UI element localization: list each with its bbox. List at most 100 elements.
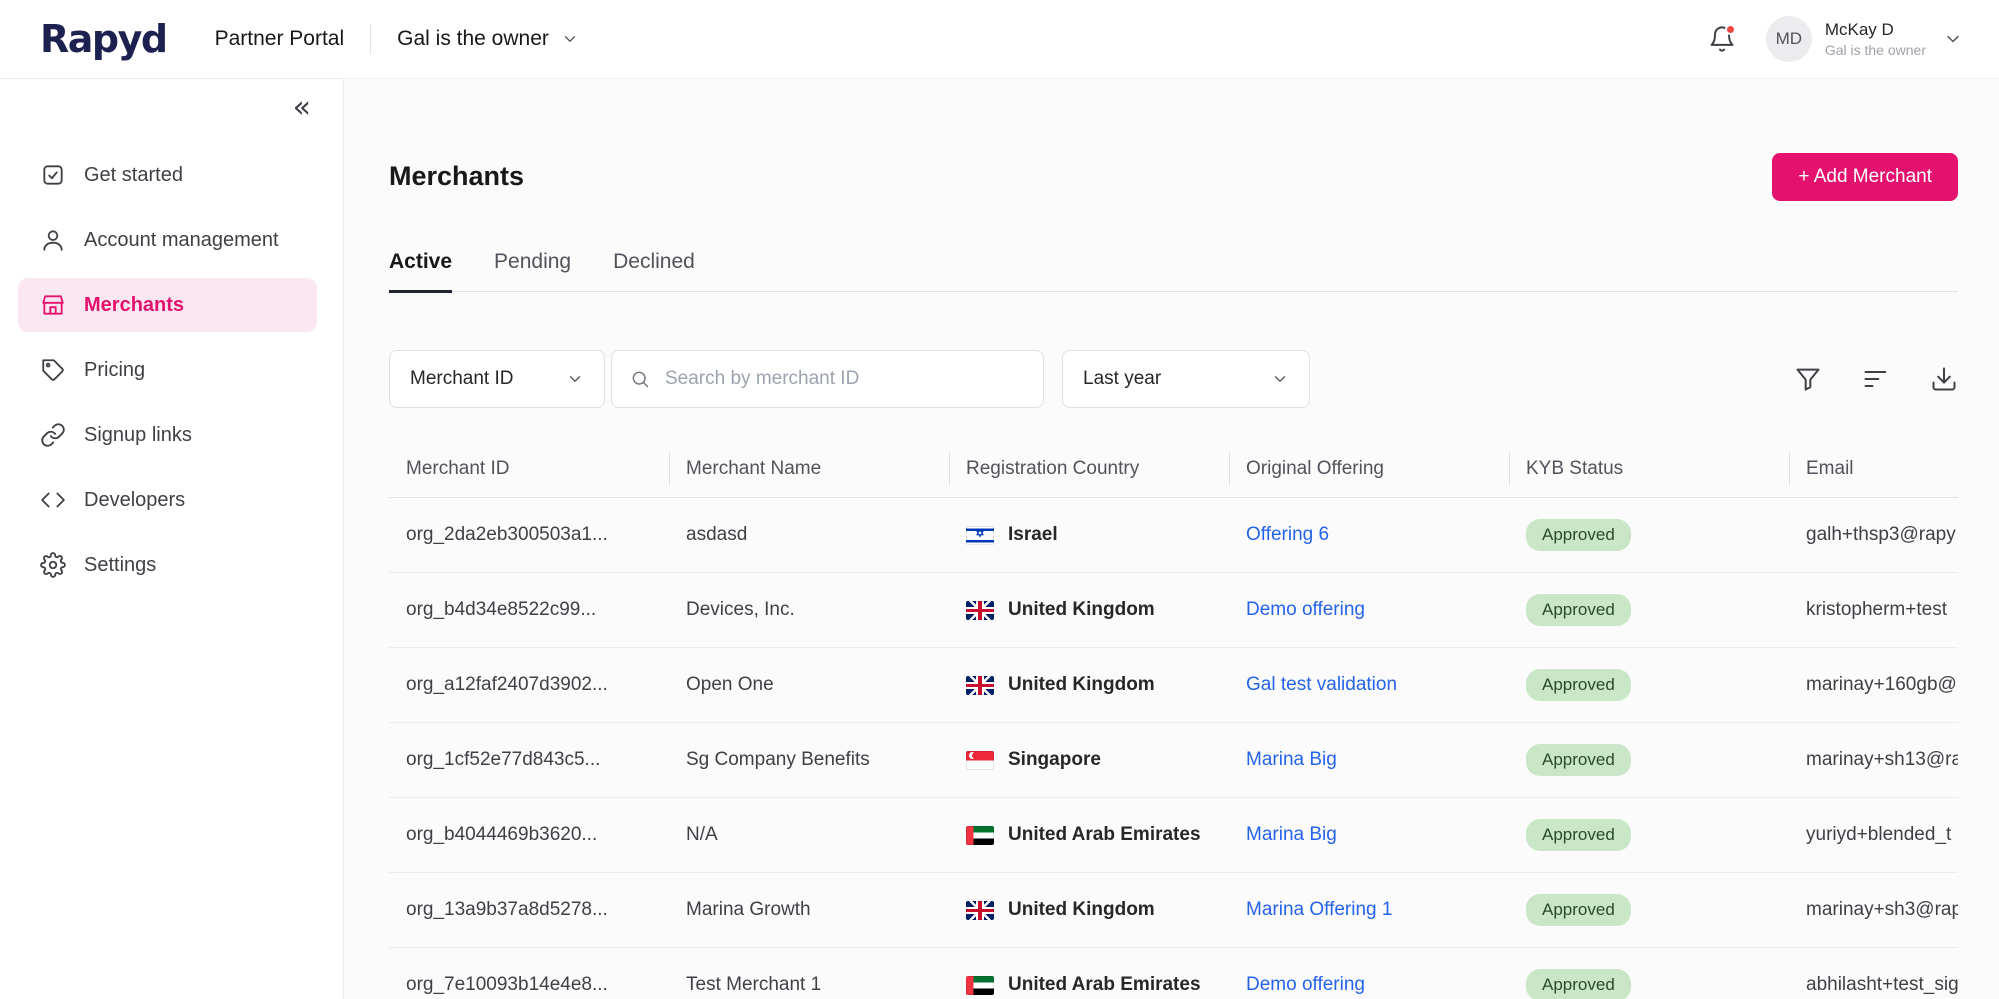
code-icon [40, 487, 66, 513]
date-range-select-value: Last year [1083, 368, 1162, 390]
kyb-status-cell: Approved [1509, 669, 1789, 702]
filter-actions [1794, 365, 1958, 393]
download-button[interactable] [1930, 365, 1958, 393]
link-icon [40, 422, 66, 448]
kyb-status-badge: Approved [1526, 669, 1631, 702]
country-cell: United Kingdom [949, 899, 1229, 921]
country-flag-icon [966, 525, 994, 545]
email-cell: marinay+sh3@rap [1806, 899, 1958, 921]
merchant-name-cell: Test Merchant 1 [686, 974, 822, 996]
table-row[interactable]: org_7e10093b14e4e8... Test Merchant 1 Un… [389, 948, 1958, 999]
column-header: Merchant Name [669, 458, 949, 480]
country-cell: Singapore [949, 749, 1229, 771]
funnel-icon [1794, 365, 1822, 393]
sidebar-item-get-started[interactable]: Get started [18, 148, 317, 202]
chevron-down-icon [566, 370, 584, 388]
country-cell: United Arab Emirates [949, 974, 1229, 996]
table-row[interactable]: org_1cf52e77d843c5... Sg Company Benefit… [389, 723, 1958, 799]
country-name: United Kingdom [1008, 674, 1155, 696]
offering-link[interactable]: Offering 6 [1246, 524, 1329, 545]
chevron-down-icon [1943, 29, 1963, 49]
notifications-button[interactable] [1708, 24, 1736, 53]
search-box [611, 350, 1044, 409]
filter-button[interactable] [1794, 365, 1822, 393]
owner-dropdown[interactable]: Gal is the owner [397, 27, 579, 51]
offering-cell: Demo offering [1229, 599, 1509, 621]
country-flag-icon [966, 825, 994, 845]
merchant-id-cell: org_13a9b37a8d5278... [406, 899, 608, 921]
kyb-status-badge: Approved [1526, 969, 1631, 999]
country-name: United Kingdom [1008, 899, 1155, 921]
sidebar-item-pricing[interactable]: Pricing [18, 343, 317, 397]
table-row[interactable]: org_2da2eb300503a1... asdasd Israel Offe… [389, 498, 1958, 574]
search-field-select[interactable]: Merchant ID [389, 350, 605, 409]
offering-cell: Marina Offering 1 [1229, 899, 1509, 921]
merchant-name-cell: N/A [686, 824, 718, 846]
offering-link[interactable]: Marina Big [1246, 824, 1337, 845]
table-row[interactable]: org_a12faf2407d3902... Open One United K… [389, 648, 1958, 724]
country-cell: United Kingdom [949, 674, 1229, 696]
chevron-down-icon [1271, 370, 1289, 388]
column-header: Email [1789, 458, 1958, 480]
offering-cell: Marina Big [1229, 749, 1509, 771]
country-name: United Arab Emirates [1008, 824, 1201, 846]
merchant-name-cell: Sg Company Benefits [686, 749, 870, 771]
sidebar-item-signup-links[interactable]: Signup links [18, 408, 317, 462]
country-name: Israel [1008, 524, 1058, 546]
merchant-name-cell: Open One [686, 674, 774, 696]
date-range-select[interactable]: Last year [1062, 350, 1310, 409]
offering-link[interactable]: Demo offering [1246, 974, 1365, 995]
merchant-name-cell: Devices, Inc. [686, 599, 795, 621]
kyb-status-badge: Approved [1526, 519, 1631, 552]
offering-link[interactable]: Demo offering [1246, 599, 1365, 620]
owner-dropdown-label: Gal is the owner [397, 27, 549, 50]
sort-button[interactable] [1862, 365, 1890, 393]
country-name: United Kingdom [1008, 599, 1155, 621]
table-row[interactable]: org_13a9b37a8d5278... Marina Growth Unit… [389, 873, 1958, 949]
sidebar-item-developers[interactable]: Developers [18, 473, 317, 527]
offering-cell: Marina Big [1229, 824, 1509, 846]
sidebar-item-settings[interactable]: Settings [18, 538, 317, 592]
main-content: Merchants + Add Merchant Active Pending … [344, 79, 1999, 999]
user-name: McKay D [1824, 20, 1894, 39]
offering-link[interactable]: Marina Big [1246, 749, 1337, 770]
sidebar-item-merchants[interactable]: Merchants [18, 278, 317, 332]
offering-link[interactable]: Marina Offering 1 [1246, 899, 1392, 920]
country-cell: United Kingdom [949, 599, 1229, 621]
column-header: Merchant ID [406, 457, 510, 479]
sidebar-item-account-management[interactable]: Account management [18, 213, 317, 267]
sidebar-item-label: Settings [84, 553, 157, 576]
chevron-down-icon [561, 30, 579, 48]
country-flag-icon [966, 750, 994, 770]
rapyd-logo[interactable]: Rapyd [40, 17, 168, 61]
sidebar-item-label: Account management [84, 228, 279, 251]
country-flag-icon [966, 675, 994, 695]
offering-link[interactable]: Gal test validation [1246, 674, 1397, 695]
table-row[interactable]: org_b4d34e8522c99... Devices, Inc. Unite… [389, 573, 1958, 649]
tab-pending[interactable]: Pending [494, 250, 571, 293]
merchant-id-cell: org_b4d34e8522c99... [406, 599, 597, 621]
column-header: Registration Country [949, 458, 1229, 480]
tag-icon [40, 357, 66, 383]
email-cell: kristopherm+test [1806, 599, 1947, 621]
kyb-status-cell: Approved [1509, 744, 1789, 777]
add-merchant-button[interactable]: + Add Merchant [1772, 152, 1958, 201]
email-cell: yuriyd+blended_t [1806, 824, 1952, 846]
sidebar-collapse-button[interactable]: « [293, 93, 311, 123]
search-input[interactable] [663, 367, 1025, 392]
merchant-name-cell: Marina Growth [686, 899, 811, 921]
sidebar-item-label: Developers [84, 488, 186, 511]
gear-icon [40, 552, 66, 578]
merchant-id-cell: org_b4044469b3620... [406, 824, 598, 846]
kyb-status-cell: Approved [1509, 519, 1789, 552]
merchant-name-cell: asdasd [686, 524, 748, 546]
tab-declined[interactable]: Declined [613, 250, 695, 293]
column-header: KYB Status [1509, 458, 1789, 480]
user-menu[interactable]: MD McKay D Gal is the owner [1765, 16, 1963, 62]
country-name: United Arab Emirates [1008, 974, 1201, 996]
offering-cell: Gal test validation [1229, 674, 1509, 696]
table-row[interactable]: org_b4044469b3620... N/A United Arab Emi… [389, 798, 1958, 874]
tab-active[interactable]: Active [389, 250, 453, 294]
email-cell: marinay+160gb@ [1806, 674, 1957, 696]
kyb-status-badge: Approved [1526, 894, 1631, 927]
